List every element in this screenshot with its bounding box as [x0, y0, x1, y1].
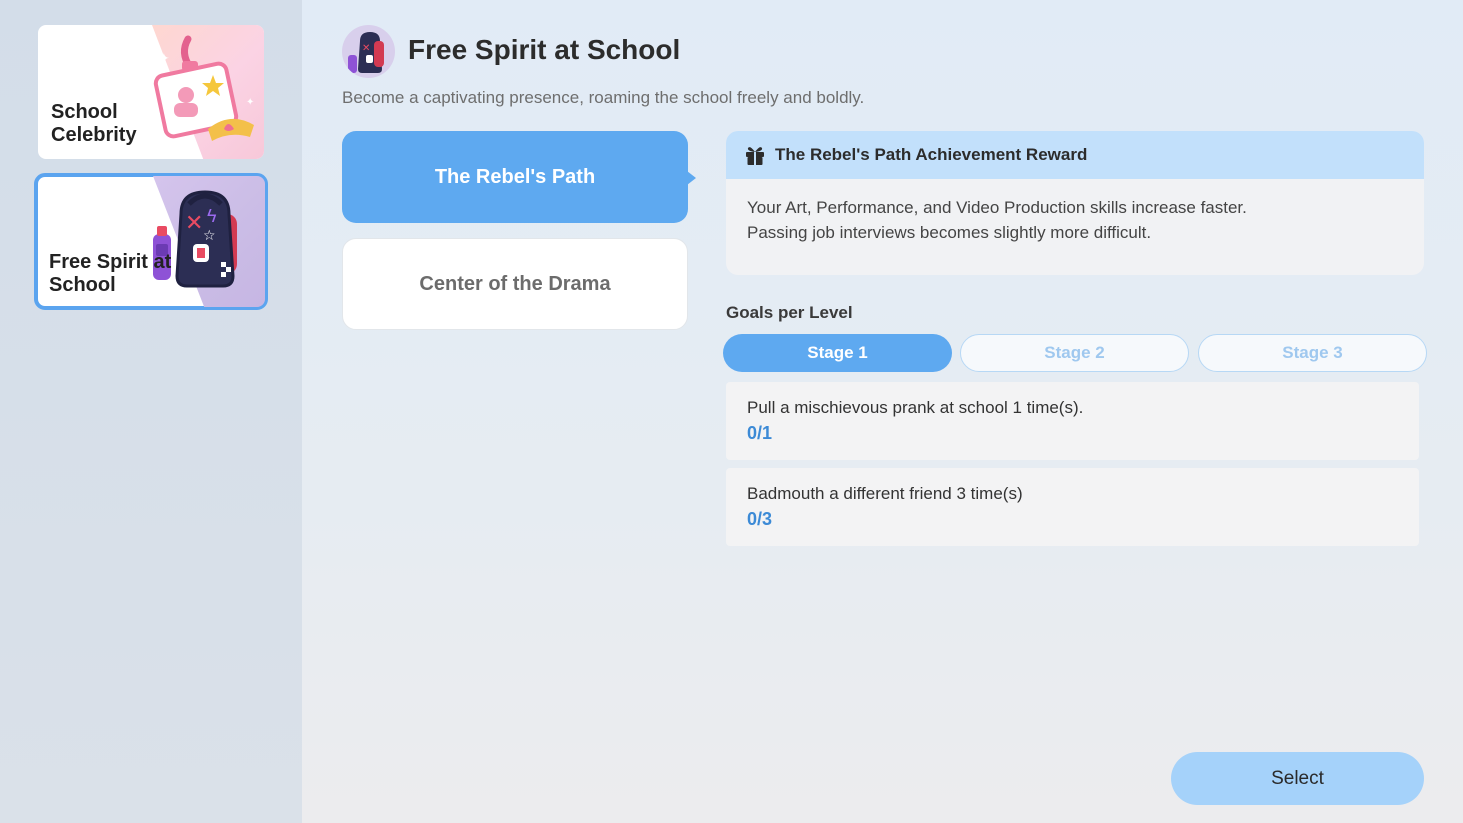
svg-text:✦: ✦: [158, 50, 170, 66]
card-free-spirit-at-school[interactable]: ✕ ϟ ☆ Free Spirit at School: [34, 173, 268, 310]
svg-text:✕: ✕: [362, 43, 370, 54]
reward-title: The Rebel's Path Achievement Reward: [775, 145, 1088, 164]
goal-progress: 0/1: [747, 423, 773, 443]
goals-label: Goals per Level: [726, 303, 853, 322]
goal-item: Pull a mischievous prank at school 1 tim…: [726, 382, 1419, 460]
goal-item: Badmouth a different friend 3 time(s) 0/…: [726, 468, 1419, 546]
card-label: School Celebrity: [51, 101, 137, 146]
stage-tab-3[interactable]: Stage 3: [1198, 334, 1427, 372]
card-label: Free Spirit at School: [49, 251, 172, 296]
stage-tab-2[interactable]: Stage 2: [960, 334, 1189, 372]
path-tab-center-of-the-drama[interactable]: Center of the Drama: [342, 238, 688, 330]
reward-line: Passing job interviews becomes slightly …: [747, 223, 1152, 242]
goal-text: Pull a mischievous prank at school 1 tim…: [747, 398, 1084, 417]
sidebar: ✦ ✦ School Celebrity ✕ ϟ ☆ Free Spirit a…: [0, 0, 302, 823]
svg-text:ϟ: ϟ: [207, 206, 217, 226]
card-school-celebrity[interactable]: ✦ ✦ School Celebrity: [38, 25, 264, 159]
svg-text:✦: ✦: [246, 97, 254, 108]
header-backpack-icon: ✕: [342, 25, 395, 78]
svg-text:☆: ☆: [203, 227, 216, 243]
page-title: Free Spirit at School: [408, 34, 681, 65]
reward-description: Your Art, Performance, and Video Product…: [726, 179, 1424, 261]
reward-header: The Rebel's Path Achievement Reward: [726, 131, 1424, 179]
select-button[interactable]: Select: [1171, 752, 1424, 805]
reward-line: Your Art, Performance, and Video Product…: [747, 198, 1247, 217]
goal-text: Badmouth a different friend 3 time(s): [747, 484, 1023, 503]
goal-progress: 0/3: [747, 509, 773, 529]
page-subtitle: Become a captivating presence, roaming t…: [342, 88, 865, 107]
reward-panel: The Rebel's Path Achievement Reward Your…: [726, 131, 1424, 275]
stage-tab-1[interactable]: Stage 1: [723, 334, 952, 372]
path-tab-rebels-path[interactable]: The Rebel's Path: [342, 131, 696, 223]
gift-icon: [746, 147, 764, 165]
svg-text:✕: ✕: [185, 210, 203, 235]
